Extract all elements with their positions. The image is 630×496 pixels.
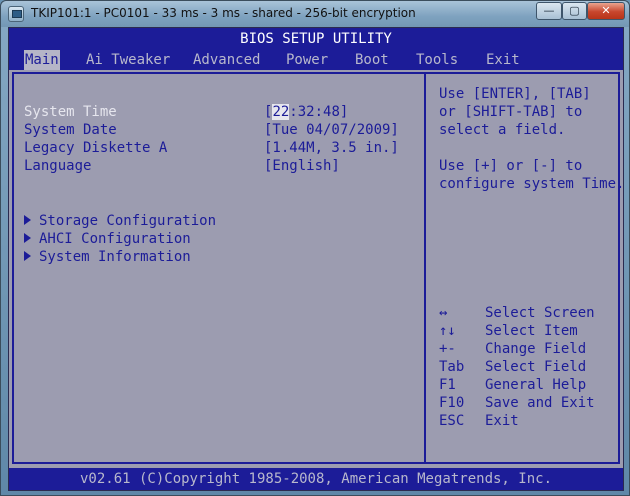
- setting-system-time-label[interactable]: System Time: [24, 104, 117, 120]
- maximize-button[interactable]: ▢: [562, 2, 587, 20]
- setting-system-time-value[interactable]: [22:32:48]: [264, 104, 348, 120]
- submenu-label: Storage Configuration: [39, 213, 217, 229]
- remote-console-icon[interactable]: [8, 6, 24, 22]
- setting-legacy-diskette-value[interactable]: [1.44M, 3.5 in.]: [264, 140, 399, 156]
- key-general-help: F1: [439, 377, 456, 393]
- help-text-line: Use [+] or [-] to: [439, 158, 583, 174]
- key-select-screen: ↔: [439, 305, 448, 321]
- key-change-field: +-: [439, 341, 456, 357]
- submenu-label: System Information: [39, 249, 191, 265]
- help-text-line: configure system Time.: [439, 176, 624, 192]
- bios-panel-divider: [424, 72, 426, 464]
- menu-exit[interactable]: Exit: [486, 50, 520, 70]
- key-exit: ESC: [439, 413, 465, 429]
- submenu-storage-configuration[interactable]: Storage Configuration: [24, 213, 216, 229]
- key-save-exit: F10: [439, 395, 465, 411]
- key-save-exit-desc: Save and Exit: [485, 395, 595, 411]
- bios-menubar: Main Ai Tweaker Advanced Power Boot Tool…: [9, 50, 623, 70]
- setting-language-label[interactable]: Language: [24, 158, 91, 174]
- remote-console-window: TKIP101:1 - PC0101 - 33 ms - 3 ms - shar…: [0, 0, 630, 496]
- bios-title: BIOS SETUP UTILITY: [9, 28, 623, 50]
- menu-tools[interactable]: Tools: [416, 50, 458, 70]
- key-select-item-desc: Select Item: [485, 323, 578, 339]
- submenu-ahci-configuration[interactable]: AHCI Configuration: [24, 231, 191, 247]
- time-rest: :32:48]: [289, 104, 349, 120]
- minimize-icon: —: [543, 4, 555, 17]
- help-text-line: select a field.: [439, 122, 566, 138]
- setting-system-date-value[interactable]: [Tue 04/07/2009]: [264, 122, 399, 138]
- bios-copyright-footer: v02.61 (C)Copyright 1985-2008, American …: [9, 468, 623, 490]
- help-text-line: or [SHIFT-TAB] to: [439, 104, 583, 120]
- minimize-button[interactable]: —: [536, 2, 562, 20]
- setting-legacy-diskette-label[interactable]: Legacy Diskette A: [24, 140, 167, 156]
- time-hour-field[interactable]: 22: [272, 104, 290, 120]
- maximize-icon: ▢: [569, 4, 580, 17]
- help-text-line: Use [ENTER], [TAB]: [439, 86, 591, 102]
- key-select-field: Tab: [439, 359, 465, 375]
- close-icon: ✕: [601, 4, 611, 17]
- bios-screen[interactable]: BIOS SETUP UTILITY Main Ai Tweaker Advan…: [8, 27, 624, 491]
- submenu-arrow-icon: [24, 215, 31, 225]
- key-change-field-desc: Change Field: [485, 341, 587, 357]
- key-general-help-desc: General Help: [485, 377, 587, 393]
- submenu-label: AHCI Configuration: [39, 231, 191, 247]
- key-select-screen-desc: Select Screen: [485, 305, 595, 321]
- submenu-system-information[interactable]: System Information: [24, 249, 191, 265]
- key-select-item: ↑↓: [439, 323, 456, 339]
- submenu-arrow-icon: [24, 233, 31, 243]
- setting-language-value[interactable]: [English]: [264, 158, 340, 174]
- close-button[interactable]: ✕: [587, 2, 625, 20]
- key-exit-desc: Exit: [485, 413, 519, 429]
- submenu-arrow-icon: [24, 251, 31, 261]
- menu-ai-tweaker[interactable]: Ai Tweaker: [86, 50, 170, 70]
- window-title: TKIP101:1 - PC0101 - 33 ms - 3 ms - shar…: [31, 6, 416, 20]
- setting-system-date-label[interactable]: System Date: [24, 122, 117, 138]
- window-titlebar[interactable]: TKIP101:1 - PC0101 - 33 ms - 3 ms - shar…: [1, 1, 629, 27]
- key-select-field-desc: Select Field: [485, 359, 587, 375]
- menu-boot[interactable]: Boot: [355, 50, 389, 70]
- menu-advanced[interactable]: Advanced: [193, 50, 260, 70]
- menu-power[interactable]: Power: [286, 50, 328, 70]
- menu-main[interactable]: Main: [24, 50, 60, 70]
